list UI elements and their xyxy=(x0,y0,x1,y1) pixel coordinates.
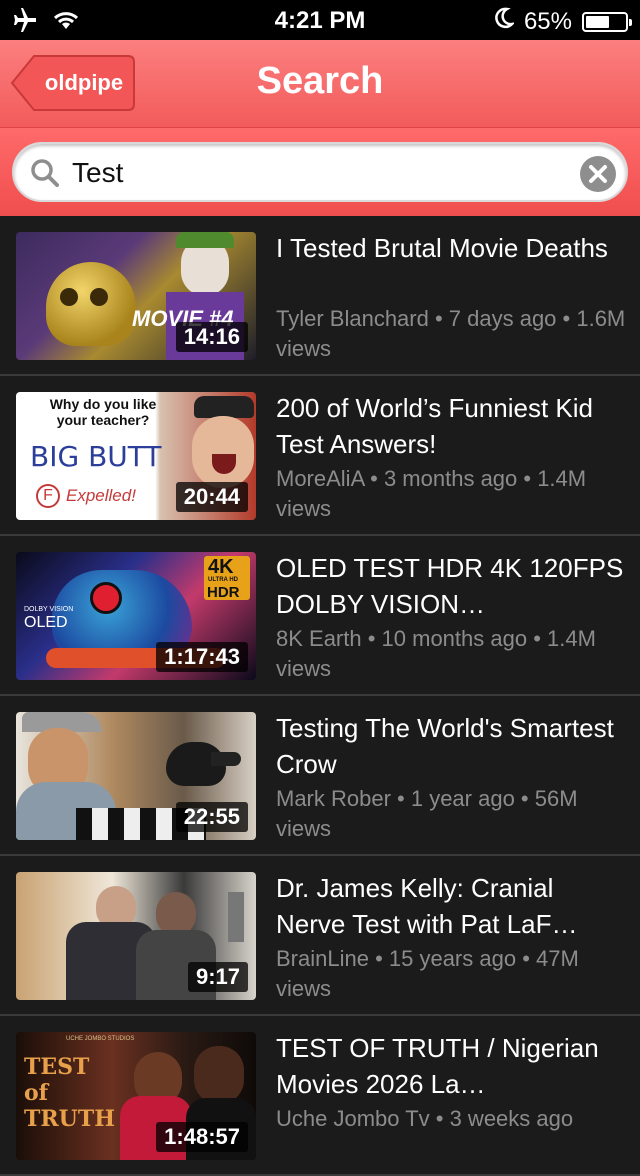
thumbnail-caption: Why do you like your teacher? xyxy=(49,396,157,428)
video-row[interactable]: MOVIE #4 14:16 I Tested Brutal Movie Dea… xyxy=(0,216,640,376)
thumbnail-caption: Expelled! xyxy=(66,486,136,505)
clear-search-button[interactable] xyxy=(580,156,616,192)
moon-icon xyxy=(494,7,516,36)
video-title[interactable]: TEST OF TRUTH / Nigerian Movies 2026 La… xyxy=(276,1030,626,1102)
search-input[interactable] xyxy=(70,150,574,196)
thumbnail-caption: OLED xyxy=(24,614,68,631)
video-meta: BrainLine • 15 years ago • 47M views xyxy=(276,946,579,1001)
video-thumbnail[interactable]: UCHE JOMBO STUDIOS TEST of TRUTH 1:48:57 xyxy=(16,1032,256,1160)
video-duration: 1:48:57 xyxy=(156,1122,248,1152)
video-duration: 9:17 xyxy=(187,962,248,992)
results-list: MOVIE #4 14:16 I Tested Brutal Movie Dea… xyxy=(0,216,640,1176)
video-thumbnail[interactable]: 9:17 xyxy=(16,872,256,1000)
video-row[interactable]: 22:55 Testing The World's Smartest Crow … xyxy=(0,696,640,856)
video-duration: 14:16 xyxy=(175,322,248,352)
battery-icon xyxy=(582,11,632,32)
video-duration: 22:55 xyxy=(175,802,248,832)
video-title[interactable]: Dr. James Kelly: Cranial Nerve Test with… xyxy=(276,870,626,942)
video-row[interactable]: 9:17 Dr. James Kelly: Cranial Nerve Test… xyxy=(0,856,640,1016)
video-row[interactable]: Why do you like your teacher? BIG BUTT F… xyxy=(0,376,640,536)
navigation-bar: oldpipe Search xyxy=(0,40,640,128)
video-meta: 8K Earth • 10 months ago • 1.4M views xyxy=(276,626,596,681)
thumbnail-caption: DOLBY VISION xyxy=(24,606,74,613)
video-duration: 20:44 xyxy=(175,482,248,512)
video-title[interactable]: I Tested Brutal Movie Deaths xyxy=(276,230,626,302)
thumbnail-caption: 4K xyxy=(208,556,234,578)
video-title[interactable]: Testing The World's Smartest Crow xyxy=(276,710,626,782)
video-row[interactable]: UCHE JOMBO STUDIOS TEST of TRUTH 1:48:57… xyxy=(0,1016,640,1176)
status-bar: 4:21 PM 65% xyxy=(0,0,640,40)
video-title[interactable]: 200 of World’s Funniest Kid Test Answers… xyxy=(276,390,626,462)
video-meta: MoreAliA • 3 months ago • 1.4M views xyxy=(276,466,587,521)
video-row[interactable]: 4K ULTRA HD HDR DOLBY VISION OLED 1:17:4… xyxy=(0,536,640,696)
search-field[interactable] xyxy=(12,142,628,202)
video-thumbnail[interactable]: 22:55 xyxy=(16,712,256,840)
thumbnail-caption: UCHE JOMBO STUDIOS xyxy=(66,1036,135,1042)
thumbnail-caption: TEST of TRUTH xyxy=(24,1054,115,1132)
close-icon xyxy=(589,165,607,183)
video-duration: 1:17:43 xyxy=(156,642,248,672)
video-meta: Tyler Blanchard • 7 days ago • 1.6M view… xyxy=(276,306,626,361)
video-thumbnail[interactable]: 4K ULTRA HD HDR DOLBY VISION OLED 1:17:4… xyxy=(16,552,256,680)
thumbnail-caption: BIG BUTT xyxy=(30,440,162,473)
video-meta: Mark Rober • 1 year ago • 56M views xyxy=(276,786,578,841)
video-thumbnail[interactable]: MOVIE #4 14:16 xyxy=(16,232,256,360)
video-title[interactable]: OLED TEST HDR 4K 120FPS DOLBY VISION… xyxy=(276,550,626,622)
video-thumbnail[interactable]: Why do you like your teacher? BIG BUTT F… xyxy=(16,392,256,520)
page-title: Search xyxy=(256,60,384,102)
search-bar xyxy=(0,128,640,216)
thumbnail-caption: ULTRA HD xyxy=(208,577,238,583)
search-icon xyxy=(30,158,60,193)
thumbnail-caption: HDR xyxy=(207,584,240,601)
video-meta: Uche Jombo Tv • 3 weeks ago xyxy=(276,1106,574,1131)
battery-percent: 65% xyxy=(523,7,572,35)
